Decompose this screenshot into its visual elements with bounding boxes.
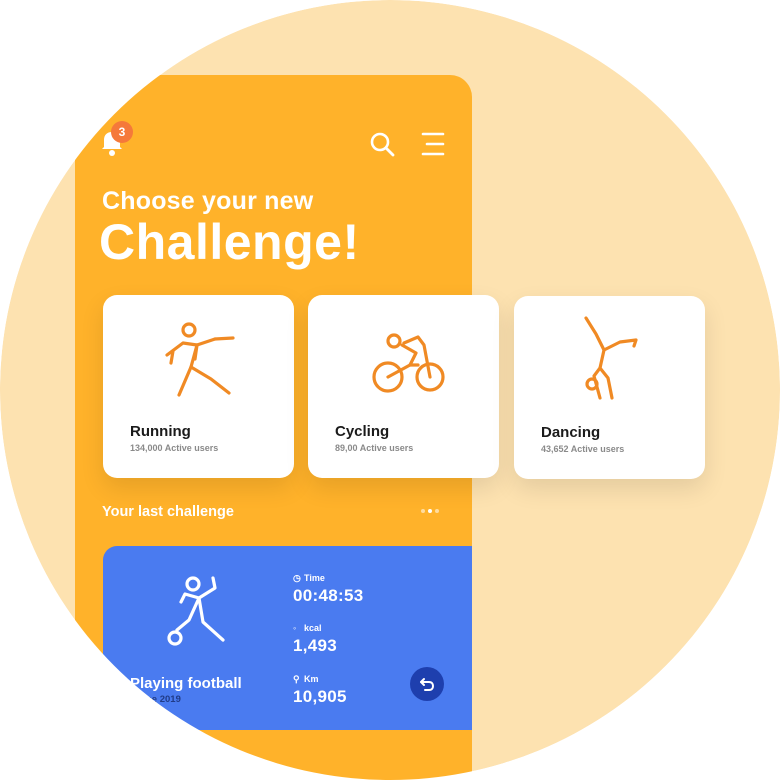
page-subtitle: Choose your new: [102, 187, 314, 215]
dancing-icon: [584, 316, 638, 400]
pagination-dots[interactable]: [421, 509, 445, 517]
running-icon: [165, 322, 235, 397]
time-label: ◷ Time: [293, 573, 325, 583]
last-challenge-heading: Your last challenge: [102, 504, 234, 520]
challenge-card-dancing[interactable]: Dancing 43,652 Active users: [514, 296, 705, 479]
pagination-dot[interactable]: [435, 509, 439, 513]
location-pin-icon: ⚲: [293, 674, 300, 684]
challenge-users: 89,00 Active users: [335, 443, 414, 453]
time-value: 00:48:53: [293, 586, 364, 605]
km-label: ⚲ Km: [293, 674, 319, 684]
menu-icon[interactable]: [418, 129, 448, 159]
km-value: 10,905: [293, 687, 347, 706]
replay-button[interactable]: [410, 667, 444, 701]
flame-icon: ◦: [293, 623, 297, 633]
challenge-name: Dancing: [541, 424, 601, 441]
challenge-name: Cycling: [335, 423, 390, 440]
challenge-users: 43,652 Active users: [541, 444, 625, 454]
page-title: Challenge!: [99, 214, 360, 270]
challenge-name: Running: [130, 423, 191, 440]
last-challenge-date: ne 2019: [146, 694, 181, 705]
challenge-card-running[interactable]: Running 134,000 Active users: [103, 295, 294, 478]
cycling-icon: [372, 333, 445, 393]
challenge-card-cycling[interactable]: Cycling 89,00 Active users: [308, 295, 499, 478]
football-icon: [167, 576, 225, 646]
notification-badge: 3: [111, 121, 133, 143]
challenge-users: 134,000 Active users: [130, 443, 219, 453]
pagination-dot[interactable]: [421, 509, 425, 513]
last-challenge-card[interactable]: Playing football ne 2019 ◷ Time 00:48:53 …: [103, 546, 472, 730]
kcal-value: 1,493: [293, 636, 338, 655]
search-icon[interactable]: [367, 129, 397, 159]
pagination-dot-active[interactable]: [428, 509, 432, 513]
clock-icon: ◷: [293, 573, 301, 583]
undo-icon: [420, 678, 434, 691]
last-challenge-name: Playing football: [130, 675, 242, 692]
kcal-label: ◦ kcal: [293, 623, 322, 633]
